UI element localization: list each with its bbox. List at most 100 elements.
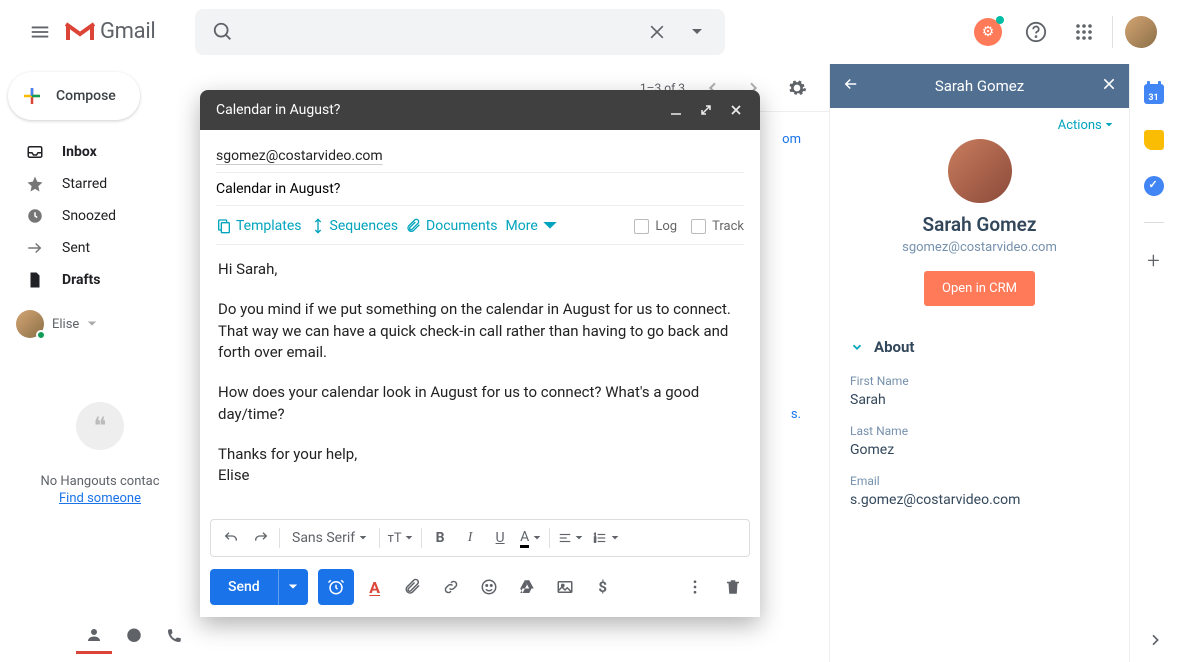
apps-button[interactable]: [1064, 12, 1104, 52]
nav-starred[interactable]: Starred: [0, 168, 200, 200]
search-input[interactable]: [243, 22, 637, 41]
hs-field-first-name[interactable]: First Name Sarah: [830, 364, 1129, 414]
nav-label: Inbox: [62, 144, 97, 160]
discard-draft-button[interactable]: [716, 570, 750, 604]
hs-log-checkbox[interactable]: Log: [634, 219, 677, 234]
hubspot-extension-button[interactable]: ⚙: [968, 12, 1008, 52]
hs-sequences-button[interactable]: Sequences: [310, 218, 399, 234]
body-line: How does your calendar look in August fo…: [218, 382, 742, 426]
compose-action-row: Send A $: [200, 557, 760, 617]
chat-tab-hangouts[interactable]: [116, 618, 152, 654]
compose-to-field[interactable]: sgomez@costarvideo.com: [216, 140, 744, 173]
calendar-addon-button[interactable]: 31: [1144, 84, 1164, 104]
text-color-button[interactable]: A: [516, 524, 545, 552]
hubspot-contact-panel: Sarah Gomez Actions Sarah Gomez sgomez@c…: [829, 64, 1129, 662]
open-in-crm-button[interactable]: Open in CRM: [924, 271, 1035, 306]
hs-close-button[interactable]: [1101, 76, 1117, 96]
hs-panel-header: Sarah Gomez: [830, 64, 1129, 108]
search-clear-button[interactable]: [637, 12, 677, 52]
hs-field-label: Last Name: [850, 424, 1109, 438]
nav-drafts[interactable]: Drafts: [0, 264, 200, 296]
hs-more-button[interactable]: More: [506, 218, 558, 234]
compose-minimize-button[interactable]: [664, 98, 688, 122]
nav-snoozed[interactable]: Snoozed: [0, 200, 200, 232]
italic-button[interactable]: I: [456, 524, 484, 552]
compose-label: Compose: [56, 88, 116, 104]
nav-sent[interactable]: Sent: [0, 232, 200, 264]
settings-button[interactable]: [781, 72, 813, 104]
redo-button[interactable]: [247, 524, 275, 552]
alarm-icon: [327, 578, 345, 596]
calendar-day-label: 31: [1148, 93, 1158, 103]
recipient-chip[interactable]: sgomez@costarvideo.com: [216, 148, 383, 164]
main-content: 1–3 of 3 om s. Calendar in August?: [200, 64, 829, 662]
chat-user-chip[interactable]: Elise: [0, 306, 200, 342]
insert-drive-button[interactable]: [510, 570, 544, 604]
compose-body-editor[interactable]: Hi Sarah, Do you mind if we put somethin…: [216, 245, 744, 519]
bold-button[interactable]: B: [426, 524, 454, 552]
dropdown-arrow-icon: [533, 534, 541, 542]
paperclip-icon: [404, 578, 422, 596]
nav-sidebar: Compose Inbox Starred Snoozed Sent Draft…: [0, 64, 200, 662]
checkbox-icon: [691, 219, 706, 234]
chevron-down-icon: [1105, 121, 1113, 129]
nav-label: Snoozed: [62, 208, 116, 224]
tasks-addon-button[interactable]: [1144, 176, 1164, 196]
compose-fullscreen-button[interactable]: [694, 98, 718, 122]
bold-icon: B: [436, 530, 445, 546]
hs-track-checkbox[interactable]: Track: [691, 219, 744, 234]
attach-file-button[interactable]: [396, 570, 430, 604]
hs-field-email[interactable]: Email s.gomez@costarvideo.com: [830, 464, 1129, 514]
formatting-toggle-button[interactable]: A: [358, 570, 392, 604]
dropdown-arrow-icon: [405, 534, 413, 542]
chevron-right-icon: [1147, 632, 1163, 648]
keep-addon-button[interactable]: [1144, 130, 1164, 150]
find-someone-link[interactable]: Find someone: [59, 491, 141, 506]
font-size-button[interactable]: тT: [384, 524, 418, 552]
insert-link-button[interactable]: [434, 570, 468, 604]
more-options-button[interactable]: [678, 570, 712, 604]
hs-documents-button[interactable]: Documents: [406, 218, 497, 234]
search-options-button[interactable]: [677, 12, 717, 52]
search-button[interactable]: [203, 12, 243, 52]
search-bar[interactable]: [195, 9, 725, 55]
inbox-icon: [26, 143, 44, 161]
align-button[interactable]: [554, 524, 587, 552]
format-a-icon: A: [369, 578, 380, 597]
main-menu-button[interactable]: [16, 8, 64, 56]
compose-window: Calendar in August? sgomez@costarvideo.c…: [200, 90, 760, 617]
list-button[interactable]: 123: [589, 524, 622, 552]
chat-tab-phone[interactable]: [156, 618, 192, 654]
checkbox-icon: [634, 219, 649, 234]
send-options-button[interactable]: [278, 569, 308, 605]
hs-about-section-header[interactable]: About: [830, 324, 1129, 364]
get-addons-button[interactable]: +: [1147, 249, 1159, 274]
hs-back-button[interactable]: [842, 75, 860, 97]
gmail-logo[interactable]: Gmail: [64, 19, 155, 44]
undo-icon: [223, 530, 239, 546]
font-family-button[interactable]: Sans Serif: [284, 524, 375, 552]
compose-close-button[interactable]: [724, 98, 748, 122]
support-button[interactable]: [1016, 12, 1056, 52]
nav-inbox[interactable]: Inbox: [0, 136, 200, 168]
send-icon: [26, 239, 44, 257]
hs-templates-button[interactable]: Templates: [216, 218, 302, 234]
body-line: Hi Sarah,: [218, 259, 742, 281]
hs-field-last-name[interactable]: Last Name Gomez: [830, 414, 1129, 464]
undo-button[interactable]: [217, 524, 245, 552]
compose-button[interactable]: Compose: [8, 72, 140, 120]
hide-side-panel-button[interactable]: [1147, 632, 1163, 652]
insert-photo-button[interactable]: [548, 570, 582, 604]
hs-actions-dropdown[interactable]: Actions: [1058, 118, 1113, 133]
insert-emoji-button[interactable]: [472, 570, 506, 604]
account-button[interactable]: [1121, 12, 1161, 52]
send-button[interactable]: Send: [210, 569, 278, 605]
compose-header[interactable]: Calendar in August?: [200, 90, 760, 130]
confidential-mode-button[interactable]: $: [586, 570, 620, 604]
schedule-send-button[interactable]: [318, 569, 354, 605]
underline-button[interactable]: U: [486, 524, 514, 552]
chat-tab-contacts[interactable]: [76, 618, 112, 654]
compose-subject-field[interactable]: Calendar in August?: [216, 173, 744, 206]
contact-avatar-icon: [948, 139, 1012, 203]
arrow-left-icon: [842, 75, 860, 93]
